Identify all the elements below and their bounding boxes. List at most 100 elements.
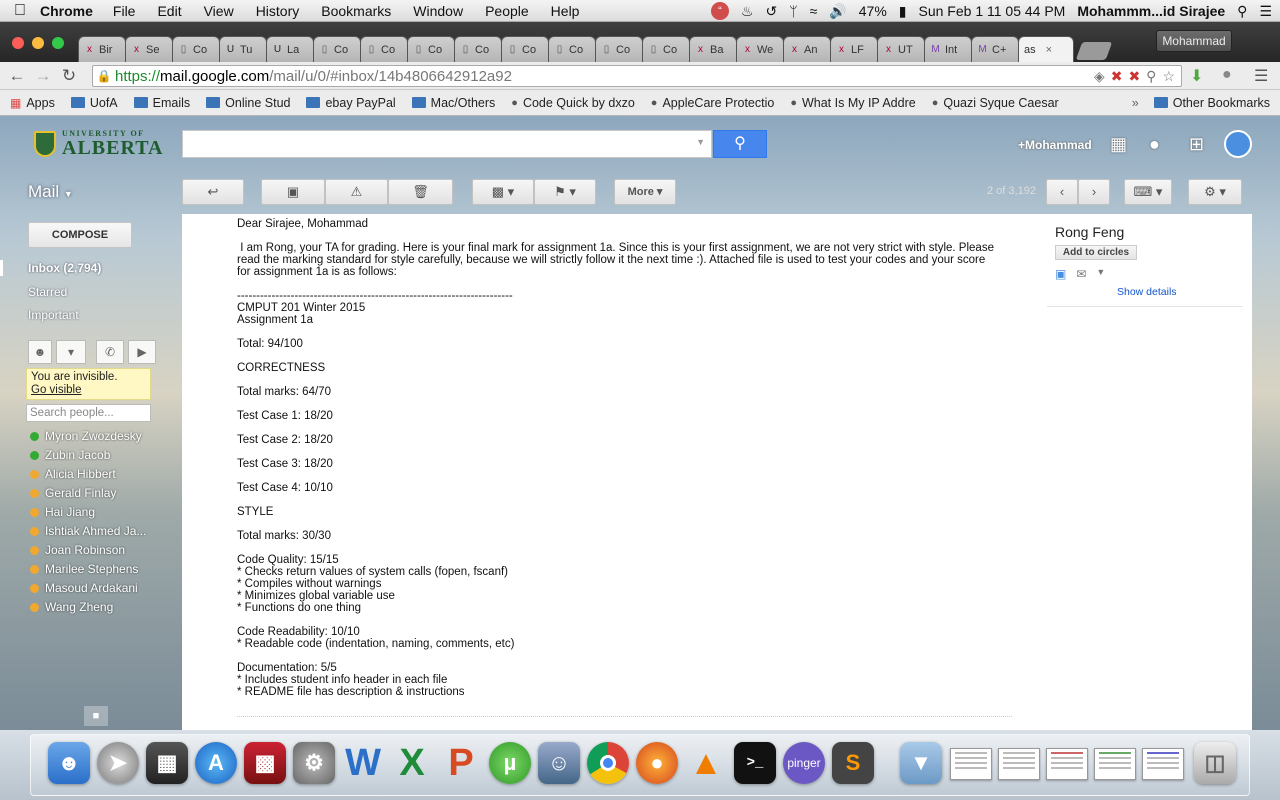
menu-bookmarks[interactable]: Bookmarks — [321, 3, 391, 19]
browser-tab[interactable]: x Ba — [689, 36, 737, 62]
browser-tab[interactable]: ▯ Co — [360, 36, 408, 62]
user-menu[interactable]: Mohammm...id Sirajee — [1077, 3, 1225, 19]
close-window-icon[interactable] — [12, 37, 24, 49]
sender-name[interactable]: Rong Feng — [1055, 224, 1245, 240]
browser-tab[interactable]: x LF — [830, 36, 878, 62]
hangouts-extension-icon[interactable]: ● — [1222, 66, 1232, 84]
battery-percent[interactable]: 47% — [859, 3, 887, 19]
bookmark-item[interactable]: ● AppleCare Protectio — [651, 96, 775, 110]
university-logo[interactable]: UNIVERSITY OF ALBERTA — [34, 130, 164, 158]
terminal-icon[interactable]: >_ — [734, 742, 776, 784]
app-menu[interactable]: Chrome — [40, 3, 93, 19]
menu-view[interactable]: View — [204, 3, 234, 19]
nav-important[interactable]: Important — [28, 308, 79, 322]
new-tab-button[interactable] — [1075, 42, 1113, 60]
app-store-icon[interactable]: A — [195, 742, 237, 784]
contact-item[interactable]: Masoud Ardakani — [30, 581, 138, 595]
browser-tab[interactable]: x An — [783, 36, 831, 62]
battery-icon[interactable]: ▮ — [899, 3, 907, 20]
trash-icon[interactable]: ◫ — [1194, 742, 1236, 784]
bookmark-item[interactable]: ● Code Quick by dxzo — [511, 96, 635, 110]
contact-item[interactable]: Myron Zwozdesky — [30, 429, 142, 443]
apps-shortcut[interactable]: ▦ Apps — [10, 96, 55, 110]
browser-tab[interactable]: x We — [736, 36, 784, 62]
iphoto-icon[interactable]: ☺ — [538, 742, 580, 784]
add-to-circles-button[interactable]: Add to circles — [1055, 245, 1137, 260]
contact-item[interactable]: Marilee Stephens — [30, 562, 138, 576]
hangouts-icon[interactable]: “ — [710, 2, 729, 20]
report-spam-button[interactable]: ⚠ — [325, 179, 388, 205]
chrome-menu-icon[interactable]: ☰ — [1254, 66, 1268, 86]
window-thumbnail[interactable] — [1094, 748, 1136, 780]
browser-tab[interactable]: ▯ Co — [454, 36, 502, 62]
volume-icon[interactable]: 🔊 — [829, 3, 846, 20]
overflow-chevron-icon[interactable]: » — [1132, 96, 1139, 110]
close-tab-icon[interactable]: × — [1046, 44, 1052, 56]
chat-status-dropdown[interactable]: ▾ — [56, 340, 86, 364]
firefox-icon[interactable]: ● — [636, 742, 678, 784]
window-thumbnail[interactable] — [998, 748, 1040, 780]
show-details-link[interactable]: Show details — [1117, 286, 1245, 298]
photo-booth-icon[interactable]: ▩ — [244, 742, 286, 784]
browser-tab[interactable]: M C+ — [971, 36, 1019, 62]
apps-grid-icon[interactable]: ▦ — [1110, 134, 1127, 155]
nav-inbox[interactable]: Inbox (2,794) — [28, 261, 101, 275]
menu-help[interactable]: Help — [551, 3, 580, 19]
zoom-icon[interactable]: ⚲ — [1146, 68, 1156, 85]
blocked-script-icon[interactable]: ✖ — [1111, 68, 1123, 85]
browser-tab[interactable]: U Tu — [219, 36, 267, 62]
pinger-icon[interactable]: pinger — [783, 742, 825, 784]
browser-tab[interactable]: ▯ Co — [595, 36, 643, 62]
bookmark-item[interactable]: ● What Is My IP Addre — [790, 96, 915, 110]
bookmark-item[interactable]: ● Quazi Syque Caesar — [932, 96, 1059, 110]
search-button[interactable]: ⚲ — [713, 130, 767, 158]
back-arrow-icon[interactable]: ← — [4, 66, 30, 86]
delete-button[interactable]: 🗑 — [388, 179, 453, 205]
contact-item[interactable]: Gerald Finlay — [30, 486, 116, 500]
browser-tab[interactable]: U La — [266, 36, 314, 62]
utorrent-icon[interactable]: µ — [489, 742, 531, 784]
input-tools-button[interactable]: ⌨ ▾ — [1124, 179, 1172, 205]
wifi-icon[interactable]: ≈ — [810, 3, 818, 19]
browser-tab[interactable]: ▯ Co — [548, 36, 596, 62]
bookmark-item[interactable]: Emails — [133, 96, 190, 110]
chat-avatar-icon[interactable]: ☻ — [28, 340, 52, 364]
newer-button[interactable]: ‹ — [1046, 179, 1078, 205]
notification-center-icon[interactable]: ☰ — [1259, 3, 1272, 20]
search-options-caret-icon[interactable]: ▼ — [696, 137, 705, 147]
phone-call-icon[interactable]: ✆ — [96, 340, 124, 364]
browser-tab[interactable]: x Bir — [78, 36, 126, 62]
google-plus-user[interactable]: +Mohammad — [1018, 138, 1092, 152]
menu-file[interactable]: File — [113, 3, 136, 19]
menu-people[interactable]: People — [485, 3, 529, 19]
apple-icon[interactable]:  — [0, 2, 40, 20]
contact-item[interactable]: Zubin Jacob — [30, 448, 110, 462]
bookmark-item[interactable]: ebay PayPal — [306, 96, 396, 110]
other-bookmarks[interactable]: » Other Bookmarks — [1132, 96, 1270, 110]
downloads-folder-icon[interactable]: ▼ — [900, 742, 942, 784]
powerpoint-icon[interactable]: P — [440, 742, 482, 784]
browser-tab[interactable]: ▯ Co — [172, 36, 220, 62]
bookmark-item[interactable]: Mac/Others — [411, 96, 495, 110]
chat-bubble-icon[interactable]: ■ — [84, 706, 108, 726]
extension-diamond-icon[interactable]: ◈ — [1094, 68, 1105, 85]
archive-button[interactable]: ▣ — [261, 179, 325, 205]
bookmark-item[interactable]: Online Stud — [206, 96, 290, 110]
window-thumbnail[interactable] — [1046, 748, 1088, 780]
profile-button[interactable]: Mohammad — [1156, 30, 1232, 52]
reload-icon[interactable]: ↻ — [56, 66, 82, 86]
browser-tab[interactable]: x UT — [877, 36, 925, 62]
go-visible-link[interactable]: Go visible — [31, 384, 82, 396]
menu-edit[interactable]: Edit — [157, 3, 181, 19]
menu-window[interactable]: Window — [413, 3, 463, 19]
reply-button[interactable]: ↩ — [182, 179, 244, 205]
settings-button[interactable]: ⚙ ▾ — [1188, 179, 1242, 205]
notification-bell-icon[interactable]: ♨ — [741, 3, 754, 20]
bluetooth-icon[interactable]: ᛘ — [789, 3, 797, 19]
minimize-window-icon[interactable] — [32, 37, 44, 49]
contact-item[interactable]: Wang Zheng — [30, 600, 113, 614]
browser-tab[interactable]: ▯ Co — [313, 36, 361, 62]
move-to-button[interactable]: ▩ ▾ — [472, 179, 534, 205]
search-people-input[interactable]: Search people... — [26, 404, 151, 422]
chrome-icon[interactable] — [587, 742, 629, 784]
